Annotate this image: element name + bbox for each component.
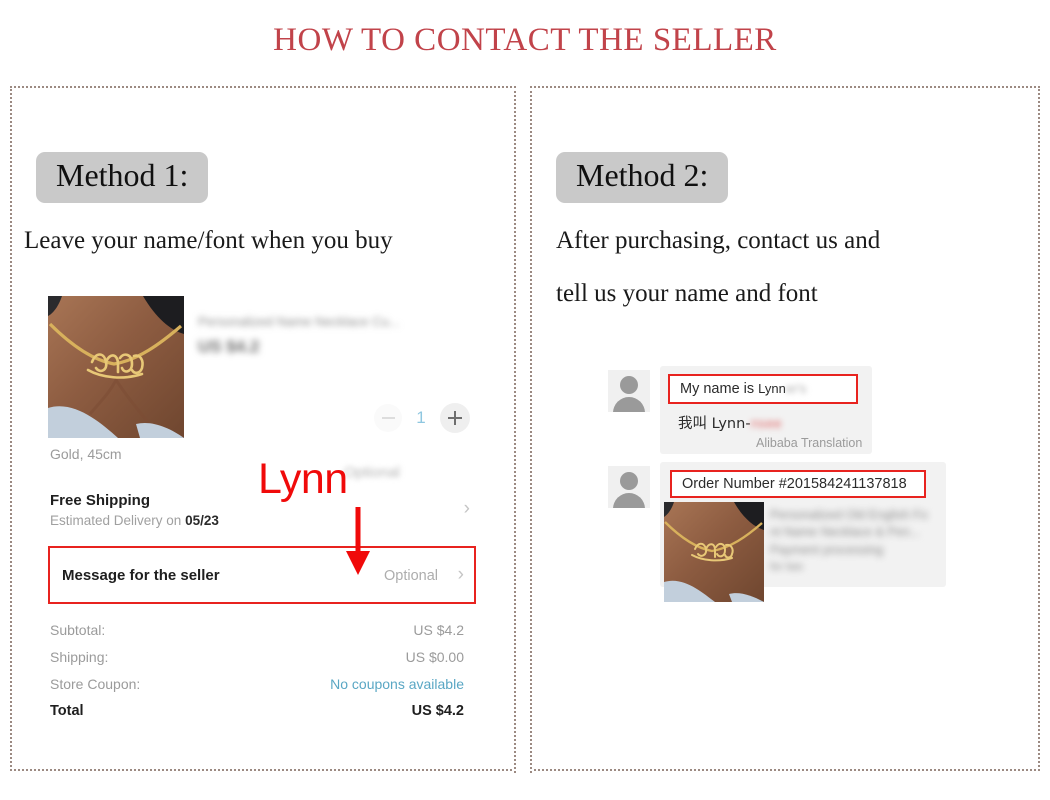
chat-name-prefix: My name is bbox=[680, 381, 759, 397]
total-label: Total bbox=[50, 703, 84, 719]
product-variant: Gold, 45cm bbox=[50, 446, 122, 462]
highlight-box-order-number: Order Number #201584241137818 bbox=[670, 470, 926, 498]
total-label: Shipping: bbox=[50, 649, 109, 665]
product-photo bbox=[48, 296, 184, 438]
chat-mock: My name is Lynner's 我叫 Lynn-nsee Alibaba… bbox=[608, 362, 988, 627]
chat-order-number-text: Order Number #201584241137818 bbox=[682, 476, 907, 492]
chat-translation-line: 我叫 Lynn-nsee bbox=[678, 412, 782, 433]
minus-icon[interactable] bbox=[374, 404, 402, 432]
quantity-stepper[interactable]: 1 bbox=[374, 403, 470, 433]
lynn-annotation-text: Lynn bbox=[258, 455, 348, 503]
chat-name-text: My name is Lynner's bbox=[680, 381, 806, 397]
message-for-seller-label: Message for the seller bbox=[62, 567, 220, 584]
chevron-right-icon[interactable]: › bbox=[458, 564, 464, 586]
chat-card-line-blurred: Payment processing bbox=[770, 543, 884, 557]
chat-translation-prefix: 我叫 Lynn- bbox=[678, 416, 751, 432]
optional-blurred-text: Optional bbox=[344, 464, 400, 481]
chat-product-thumbnail[interactable] bbox=[664, 502, 764, 602]
shipping-block[interactable]: Free Shipping Estimated Delivery on 05/2… bbox=[50, 492, 219, 528]
shipping-estimate: Estimated Delivery on 05/23 bbox=[50, 513, 219, 528]
shipping-estimate-date: 05/23 bbox=[185, 513, 219, 528]
table-row: Store Coupon: No coupons available bbox=[50, 676, 464, 692]
chat-name-value: Lynn bbox=[758, 381, 786, 396]
chat-card-line-blurred: Personalized Old English Fo bbox=[770, 508, 928, 522]
order-summary-mock: Personalized Name Necklace Cu... US $4.2… bbox=[48, 296, 478, 726]
quantity-value: 1 bbox=[416, 408, 426, 427]
message-for-seller-row[interactable]: Message for the seller Optional › bbox=[48, 546, 476, 604]
chat-card-line-blurred: nt Name Necklace & Pen... bbox=[770, 525, 921, 539]
table-row: Subtotal: US $4.2 bbox=[50, 622, 464, 638]
total-value: US $4.2 bbox=[411, 703, 464, 719]
totals-list: Subtotal: US $4.2 Shipping: US $0.00 Sto… bbox=[50, 622, 464, 730]
page-title: HOW TO CONTACT THE SELLER bbox=[273, 22, 777, 58]
highlight-box-name: My name is Lynner's bbox=[668, 374, 858, 404]
down-arrow-icon bbox=[345, 507, 371, 575]
chevron-right-icon[interactable]: › bbox=[464, 498, 470, 520]
message-for-seller-value: Optional bbox=[383, 568, 438, 584]
method-2-badge: Method 2: bbox=[556, 152, 729, 203]
user-avatar-icon bbox=[608, 466, 650, 508]
translation-provider-note: Alibaba Translation bbox=[756, 436, 863, 450]
chat-card-line-blurred: for two bbox=[770, 561, 804, 573]
user-avatar-icon bbox=[608, 370, 650, 412]
total-value: US $4.2 bbox=[413, 622, 464, 638]
shipping-estimate-prefix: Estimated Delivery on bbox=[50, 513, 186, 528]
chat-translation-blurred-tail: nsee bbox=[750, 417, 782, 432]
chat-name-blurred-tail: er's bbox=[785, 381, 807, 396]
table-row: Total US $4.2 bbox=[50, 703, 464, 719]
method-2-description-line1: After purchasing, contact us and bbox=[556, 227, 881, 254]
total-label: Store Coupon: bbox=[50, 676, 141, 692]
store-coupon-link[interactable]: No coupons available bbox=[330, 676, 464, 692]
method-2-description-line2: tell us your name and font bbox=[556, 280, 818, 307]
table-row: Shipping: US $0.00 bbox=[50, 649, 464, 665]
total-label: Subtotal: bbox=[50, 622, 106, 638]
shipping-title: Free Shipping bbox=[50, 492, 151, 509]
product-title-blurred: Personalized Name Necklace Cu... bbox=[198, 314, 400, 329]
plus-icon[interactable] bbox=[440, 403, 470, 433]
panel-divider bbox=[514, 86, 532, 773]
total-value: US $0.00 bbox=[405, 649, 464, 665]
method-1-description: Leave your name/font when you buy bbox=[24, 227, 393, 254]
product-price-blurred: US $4.2 bbox=[198, 337, 260, 356]
method-1-badge: Method 1: bbox=[36, 152, 209, 203]
